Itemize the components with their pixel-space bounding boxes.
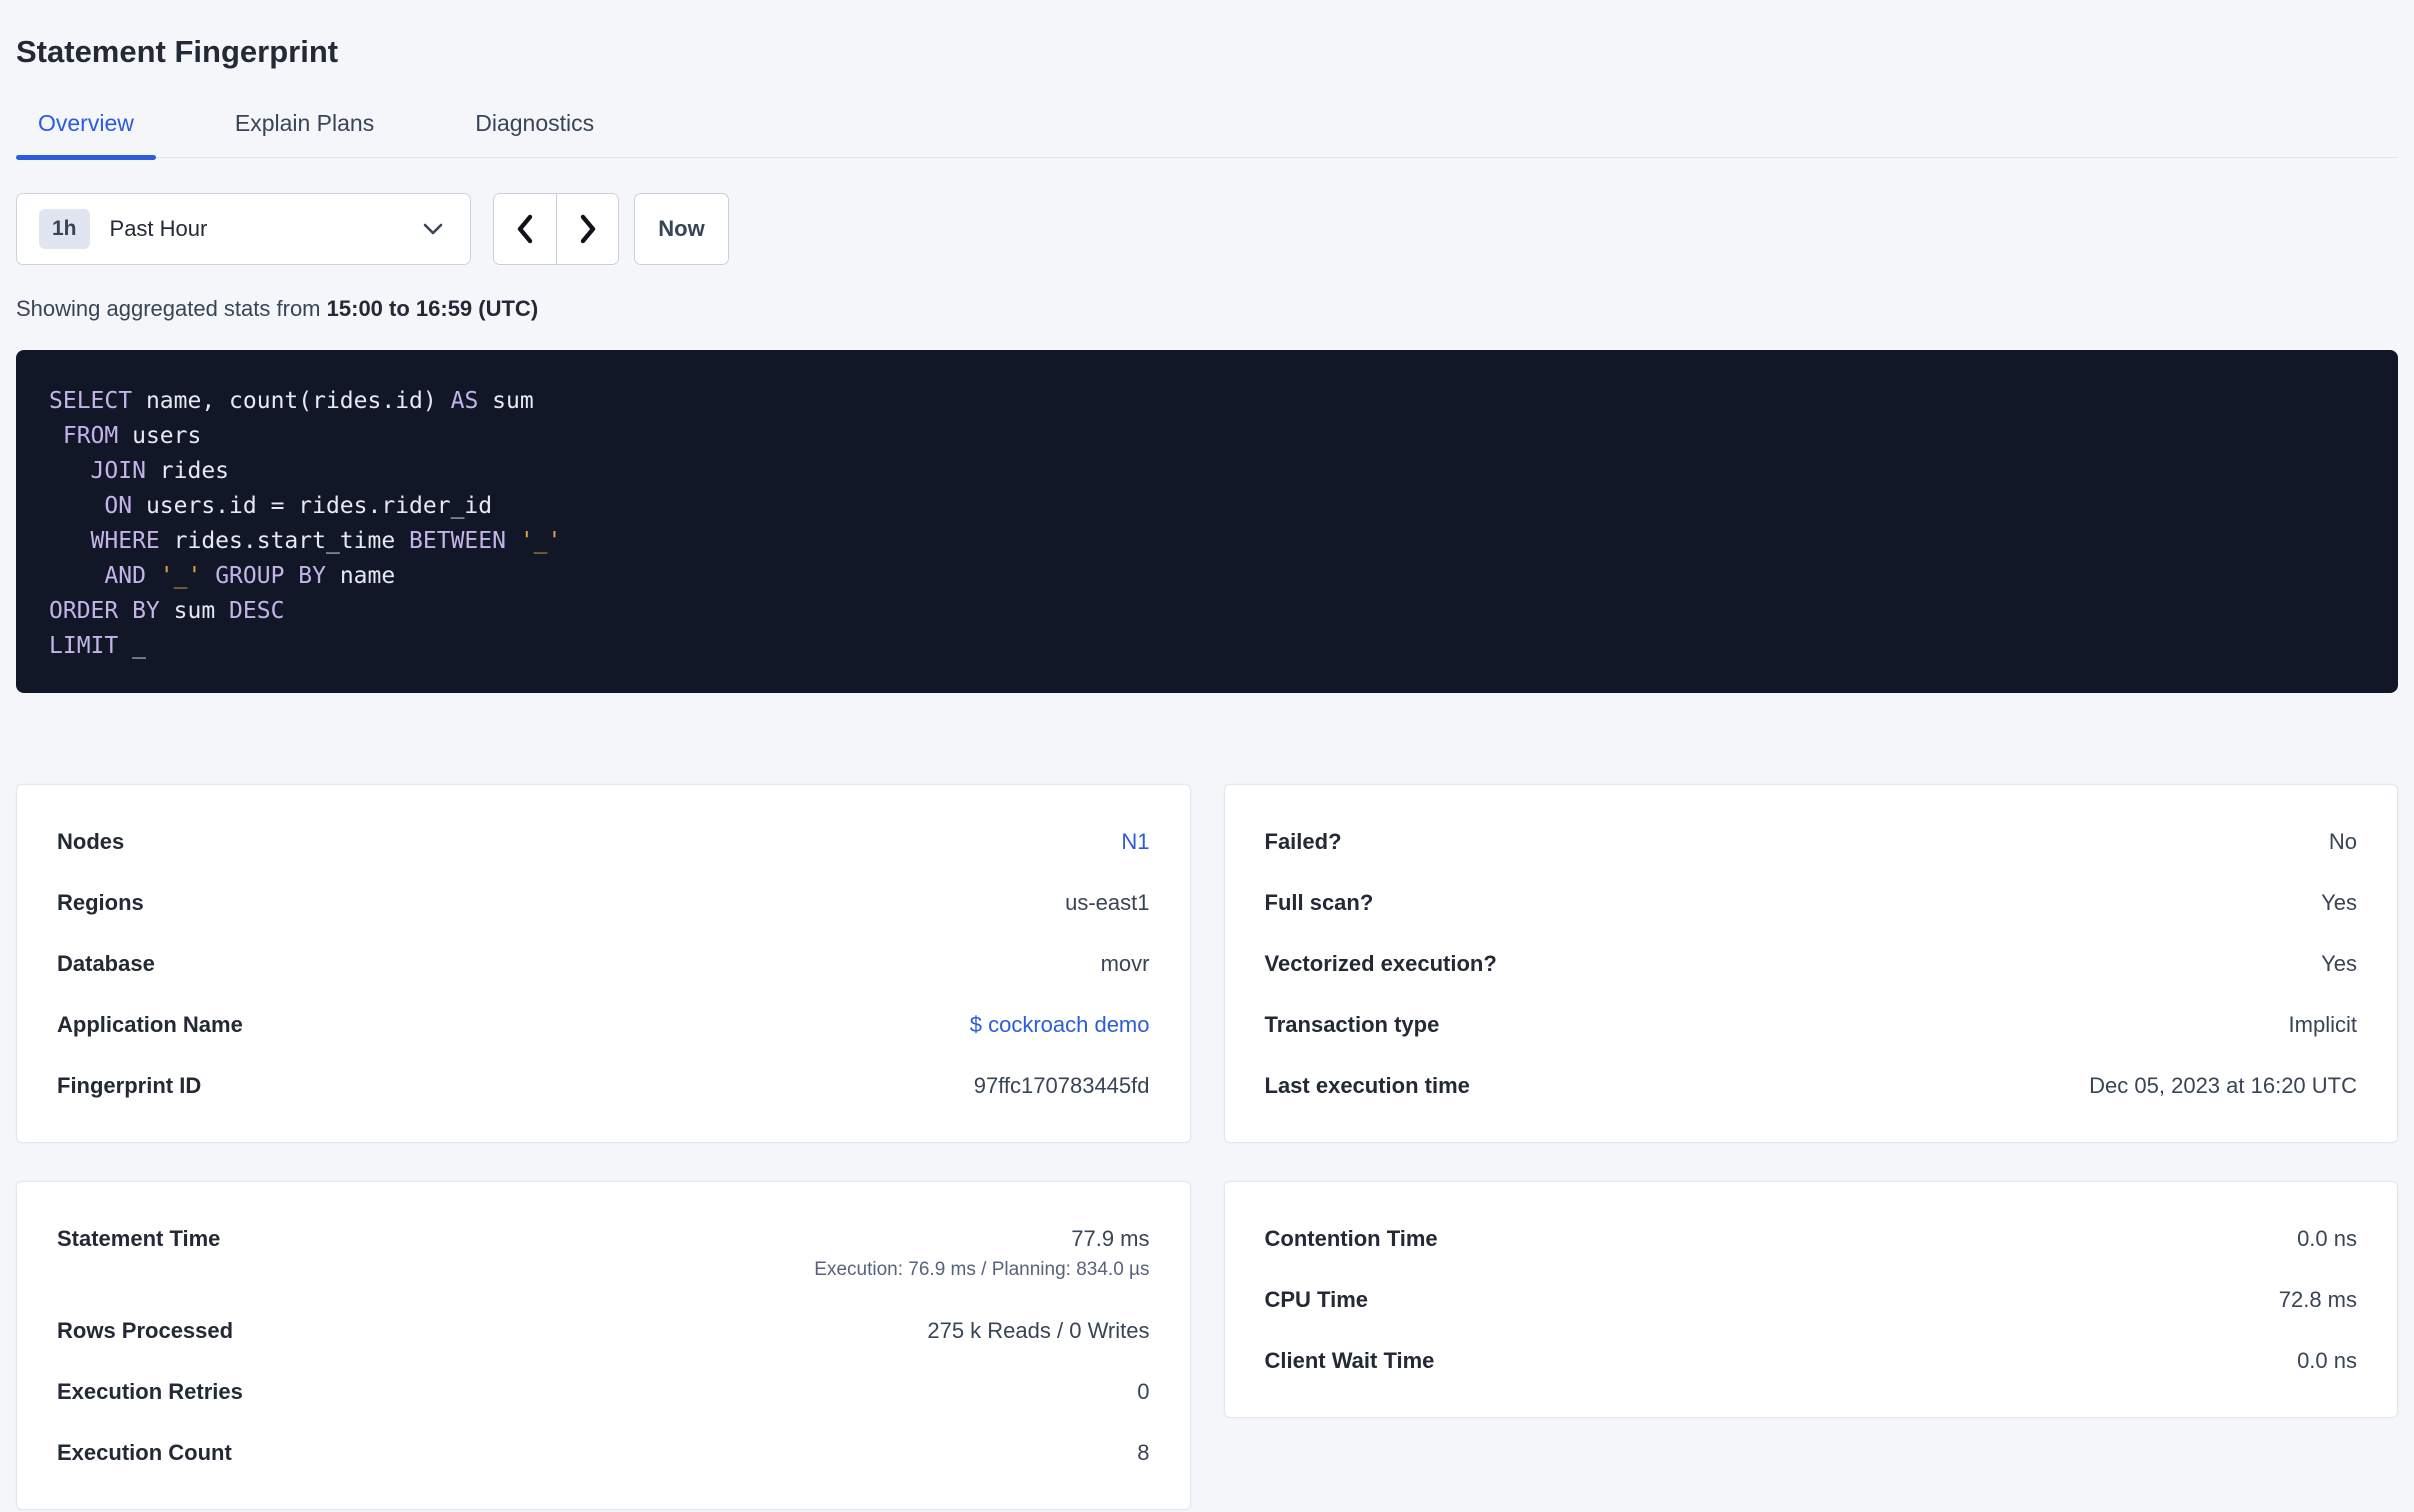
row-value: Yes: [2321, 951, 2357, 976]
sql-line: LIMIT _: [49, 633, 146, 659]
tab-bar: Overview Explain Plans Diagnostics: [16, 110, 2398, 160]
row-value: 0.0 ns: [2297, 1348, 2357, 1373]
row-label: Vectorized execution?: [1264, 951, 1497, 976]
chevron-down-icon: [422, 222, 444, 236]
row-label: Execution Retries: [57, 1379, 243, 1404]
time-range-badge: 1h: [39, 209, 90, 249]
row-value: Yes: [2321, 890, 2357, 915]
card-statement-timings: Statement Time 77.9 ms Execution: 76.9 ms …: [16, 1181, 1191, 1510]
summary-row: Nodes N1: [57, 811, 1150, 872]
sql-line: FROM users: [49, 423, 202, 449]
summary-cards: Nodes N1 Regions us-east1 Database movr Applic…: [16, 784, 2398, 1510]
tab-overview[interactable]: Overview: [16, 110, 156, 160]
summary-row: Failed? No: [1265, 811, 2358, 872]
row-label: Transaction type: [1264, 1012, 1440, 1037]
stats-caption-range: 15:00 to 16:59 (UTC): [326, 296, 539, 321]
row-value: No: [2328, 829, 2357, 854]
summary-row: Database movr: [57, 933, 1150, 994]
row-value: 0: [1137, 1379, 1150, 1404]
row-subtext: Execution: 76.9 ms / Planning: 834.0 µs: [814, 1259, 1150, 1280]
summary-row: Rows Processed 275 k Reads / 0 Writes: [57, 1300, 1150, 1361]
row-label: Client Wait Time: [1264, 1348, 1435, 1373]
statement-fingerprint-page: Statement Fingerprint Overview Explain P…: [0, 34, 2414, 1510]
sql-line: WHERE rides.start_time BETWEEN '_': [49, 528, 562, 554]
summary-row: Fingerprint ID 97ffc170783445fd: [57, 1055, 1150, 1116]
page-title: Statement Fingerprint: [16, 34, 339, 69]
row-value: Implicit: [2288, 1012, 2357, 1037]
row-label: Regions: [57, 890, 144, 915]
row-value: 275 k Reads / 0 Writes: [927, 1318, 1150, 1343]
now-button[interactable]: Now: [634, 193, 729, 265]
tab-explain-plans[interactable]: Explain Plans: [213, 110, 396, 157]
row-value: Dec 05, 2023 at 16:20 UTC: [2089, 1073, 2357, 1098]
summary-row: Execution Retries 0: [57, 1361, 1150, 1422]
row-value: 97ffc170783445fd: [973, 1073, 1150, 1098]
card-resource-usage: Contention Time 0.0 ns CPU Time 72.8 ms Clie…: [1223, 1181, 2398, 1418]
row-value: movr: [1100, 951, 1150, 976]
row-value: 0.0 ns: [2297, 1226, 2357, 1251]
summary-row: Vectorized execution? Yes: [1265, 933, 2358, 994]
tab-diagnostics[interactable]: Diagnostics: [453, 110, 616, 157]
summary-row: Transaction type Implicit: [1265, 994, 2358, 1055]
time-range-dropdown[interactable]: 1h Past Hour: [16, 193, 471, 265]
row-value: 77.9 ms: [1071, 1226, 1150, 1251]
summary-row: Client Wait Time 0.0 ns: [1265, 1330, 2358, 1391]
next-range-button[interactable]: [556, 194, 618, 264]
summary-row: Regions us-east1: [57, 872, 1150, 933]
summary-row: Last execution time Dec 05, 2023 at 16:20…: [1265, 1055, 2358, 1116]
chevron-left-icon: [515, 213, 535, 245]
sql-statement: SELECT name, count(rides.id) AS sum FROM…: [16, 350, 2398, 693]
sql-line: JOIN rides: [49, 458, 230, 484]
row-label: Nodes: [57, 829, 125, 854]
chevron-right-icon: [578, 213, 598, 245]
time-range-stepper: [493, 193, 619, 265]
stats-caption-prefix: Showing aggregated stats from: [16, 296, 321, 321]
time-range-label: Past Hour: [109, 216, 208, 241]
row-label: Failed?: [1264, 829, 1342, 854]
row-value: us-east1: [1065, 890, 1150, 915]
row-label: Database: [57, 951, 155, 976]
row-label: Rows Processed: [57, 1318, 234, 1343]
row-label: Fingerprint ID: [57, 1073, 202, 1098]
summary-row: Statement Time 77.9 ms Execution: 76.9 ms …: [57, 1208, 1150, 1300]
sql-line: SELECT name, count(rides.id) AS sum: [49, 388, 534, 414]
row-label: Contention Time: [1264, 1226, 1438, 1251]
card-statement-details: Nodes N1 Regions us-east1 Database movr Applic…: [16, 784, 1191, 1143]
time-controls: 1h Past Hour Now: [16, 193, 2398, 265]
sql-line: AND '_' GROUP BY name: [49, 563, 396, 589]
summary-row: Full scan? Yes: [1265, 872, 2358, 933]
aggregated-stats-caption: Showing aggregated stats from 15:00 to 1…: [16, 295, 2398, 322]
sql-line: ORDER BY sum DESC: [49, 598, 285, 624]
prev-range-button[interactable]: [494, 194, 556, 264]
row-value-link[interactable]: N1: [1121, 829, 1149, 854]
row-value: 8: [1137, 1440, 1150, 1465]
row-label: Statement Time: [57, 1226, 221, 1251]
row-label: Execution Count: [57, 1440, 232, 1465]
summary-row: Execution Count 8: [57, 1422, 1150, 1483]
summary-row: Application Name $ cockroach demo: [57, 994, 1150, 1055]
row-label: Full scan?: [1264, 890, 1374, 915]
row-label: CPU Time: [1264, 1287, 1369, 1312]
row-value: 72.8 ms: [2278, 1287, 2357, 1312]
row-value-link[interactable]: $ cockroach demo: [970, 1012, 1150, 1037]
row-label: Application Name: [57, 1012, 243, 1037]
summary-row: CPU Time 72.8 ms: [1265, 1269, 2358, 1330]
card-execution-attributes: Failed? No Full scan? Yes Vectorized executi…: [1223, 784, 2398, 1143]
sql-line: ON users.id = rides.rider_id: [49, 493, 493, 519]
summary-row: Contention Time 0.0 ns: [1265, 1208, 2358, 1269]
row-label: Last execution time: [1264, 1073, 1470, 1098]
